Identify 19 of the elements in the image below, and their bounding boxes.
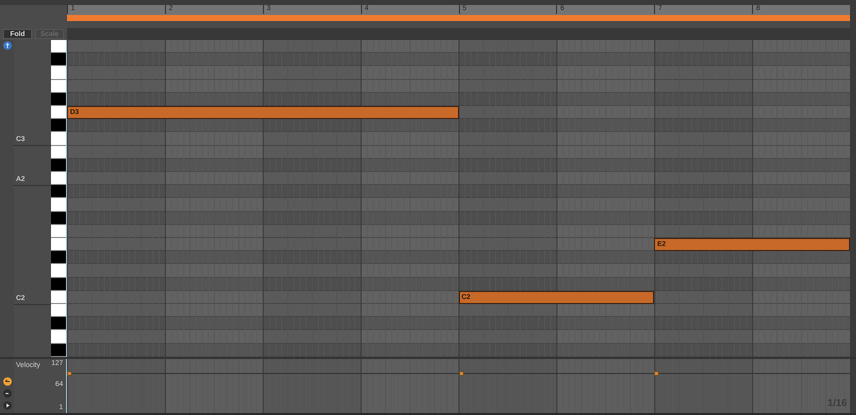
- sharp-piano-key[interactable]: [51, 212, 66, 225]
- sharp-piano-key[interactable]: [51, 185, 66, 198]
- natural-piano-key[interactable]: [51, 304, 66, 318]
- sharp-piano-key[interactable]: [51, 344, 66, 357]
- velocity-handle[interactable]: [458, 370, 464, 376]
- natural-piano-key[interactable]: [51, 238, 66, 252]
- velocity-handle[interactable]: [654, 370, 660, 376]
- sharp-piano-key[interactable]: [51, 92, 66, 106]
- sharp-piano-key[interactable]: [51, 317, 66, 330]
- natural-piano-key[interactable]: [51, 172, 66, 186]
- sharp-piano-key[interactable]: [51, 53, 66, 66]
- sharp-piano-key[interactable]: [51, 278, 66, 291]
- sharp-piano-key[interactable]: [51, 158, 66, 172]
- velocity-handle[interactable]: [67, 370, 72, 376]
- play-icon[interactable]: [2, 401, 12, 410]
- natural-piano-key[interactable]: [51, 40, 66, 54]
- natural-piano-key[interactable]: [51, 106, 66, 120]
- sharp-piano-key[interactable]: [51, 119, 66, 132]
- sharp-piano-key[interactable]: [51, 251, 66, 264]
